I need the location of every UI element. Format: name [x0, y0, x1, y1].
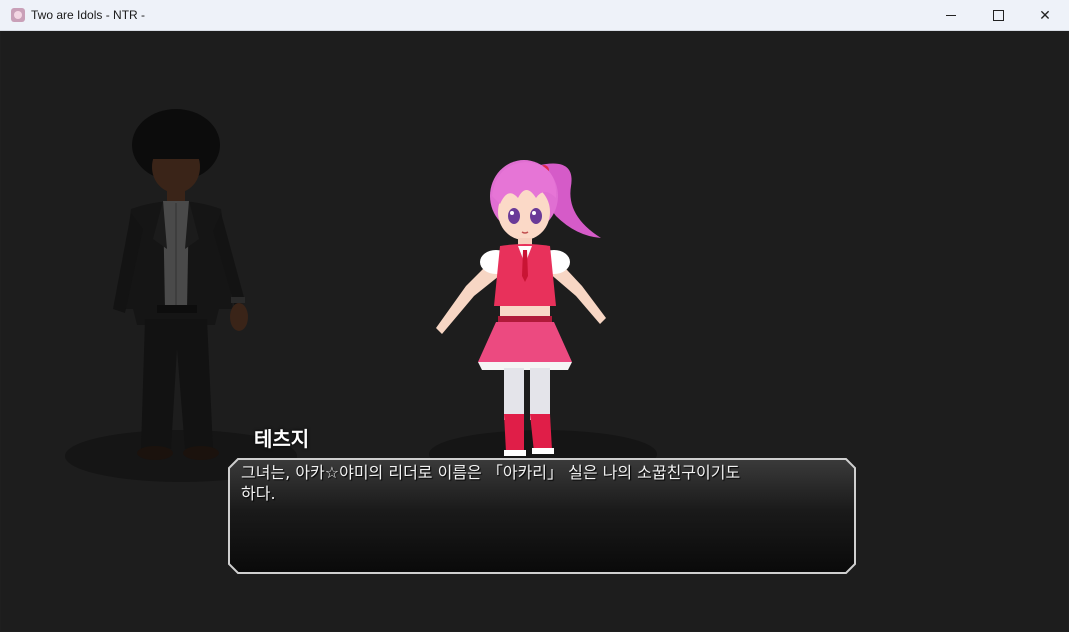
man-in-suit-sprite [113, 109, 248, 460]
close-button[interactable]: ✕ [1022, 0, 1068, 31]
dialogue-text: 그녀는, 아카☆야미의 리더로 이름은 「아카리」 실은 나의 소꿉친구이기도 … [241, 463, 741, 503]
pink-hair-idol-sprite [436, 160, 606, 456]
title-bar: Two are Idols - NTR - ✕ [0, 0, 1069, 31]
speaker-name: 테츠지 [254, 427, 310, 451]
minimize-button[interactable] [928, 0, 974, 31]
minimize-icon [946, 15, 956, 16]
app-icon [11, 8, 25, 22]
close-icon: ✕ [1039, 7, 1051, 24]
maximize-button[interactable] [975, 0, 1021, 31]
maximize-icon [992, 10, 1004, 21]
window-title: Two are Idols - NTR - [31, 8, 146, 22]
